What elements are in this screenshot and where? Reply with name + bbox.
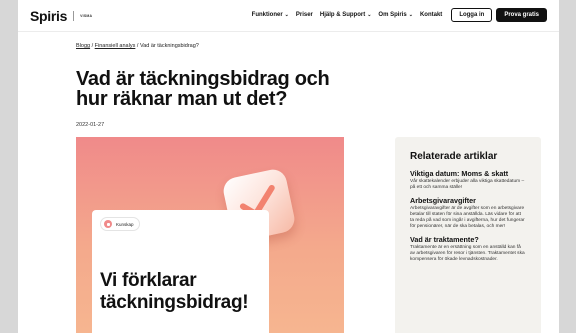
logo-divider (73, 11, 75, 21)
breadcrumb-current: Vad är täckningsbidrag? (139, 43, 199, 49)
publish-date: 2022-01-27 (76, 122, 105, 128)
related-article-excerpt: Arbetsgivaravgifter är de avgifter som e… (410, 206, 525, 229)
visma-logo: VISMA (80, 14, 93, 18)
breadcrumb-link-blogg[interactable]: Blogg (76, 43, 90, 49)
hero-card: Kunskap Vi förklarar täckningsbidrag! (92, 210, 269, 333)
try-free-button[interactable]: Prova gratis (496, 8, 547, 22)
related-article-title[interactable]: Vad är traktamente? (410, 236, 526, 244)
page-title: Vad är täckningsbidrag och hur räknar ma… (76, 68, 330, 110)
related-article-excerpt: Vår skattekalender erbjuder alla viktiga… (410, 179, 525, 190)
chevron-down-icon: ⌄ (367, 12, 372, 18)
related-article-excerpt: Traktamente är en ersättning som en anst… (410, 245, 525, 262)
nav-item-funktioner[interactable]: Funktioner ⌄ (252, 12, 289, 18)
breadcrumb-link-finansiell-analys[interactable]: Finansiell analys (95, 43, 136, 49)
breadcrumb-separator: / (136, 43, 139, 49)
nav-item-hjalp-support[interactable]: Hjälp & Support ⌄ (320, 12, 372, 18)
related-article-title[interactable]: Viktiga datum: Moms & skatt (410, 170, 526, 178)
tag-label: Kunskap (116, 221, 134, 227)
tag-icon (104, 220, 112, 228)
hero-image: Kunskap Vi förklarar täckningsbidrag! (76, 137, 344, 333)
login-button[interactable]: Logga in (451, 8, 493, 22)
related-articles: Relaterade artiklar Viktiga datum: Moms … (395, 137, 541, 333)
spiris-logo[interactable]: Spiris (30, 8, 67, 24)
chevron-down-icon: ⌄ (284, 12, 289, 18)
related-heading: Relaterade artiklar (410, 151, 498, 162)
hero-headline: Vi förklarar täckningsbidrag! (100, 270, 249, 313)
chevron-down-icon: ⌄ (408, 12, 413, 18)
related-article[interactable]: Vad är traktamente? Traktamente är en er… (410, 236, 526, 263)
related-article[interactable]: Arbetsgivaravgifter Arbetsgivaravgifter … (410, 197, 526, 230)
top-navigation: Spiris VISMA Funktioner ⌄ Priser Hjälp & … (18, 0, 559, 32)
brand[interactable]: Spiris VISMA (30, 8, 92, 24)
breadcrumb-separator: / (91, 43, 94, 49)
nav-item-om-spiris[interactable]: Om Spiris ⌄ (378, 12, 413, 18)
main-menu: Funktioner ⌄ Priser Hjälp & Support ⌄ Om S… (245, 8, 547, 22)
related-article-title[interactable]: Arbetsgivaravgifter (410, 197, 526, 205)
browser-page: Spiris VISMA Funktioner ⌄ Priser Hjälp & … (18, 0, 559, 333)
nav-item-priser[interactable]: Priser (296, 12, 313, 18)
category-tag: Kunskap (100, 217, 140, 231)
related-article[interactable]: Viktiga datum: Moms & skatt Vår skatteka… (410, 170, 526, 191)
nav-item-kontakt[interactable]: Kontakt (420, 12, 442, 18)
breadcrumb: Blogg / Finansiell analys / Vad är täckn… (76, 43, 199, 49)
